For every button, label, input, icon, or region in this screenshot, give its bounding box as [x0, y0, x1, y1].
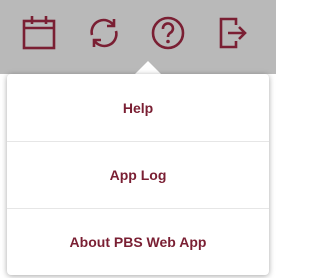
calendar-icon[interactable]: [19, 13, 59, 53]
sync-icon[interactable]: [84, 13, 124, 53]
menu-item-app-log[interactable]: App Log: [7, 141, 269, 208]
help-circle-icon[interactable]: [148, 13, 188, 53]
exit-icon[interactable]: [212, 13, 252, 53]
help-dropdown-menu: Help App Log About PBS Web App: [7, 74, 269, 275]
menu-caret: [134, 61, 162, 75]
menu-item-help[interactable]: Help: [7, 74, 269, 141]
menu-item-about[interactable]: About PBS Web App: [7, 208, 269, 275]
